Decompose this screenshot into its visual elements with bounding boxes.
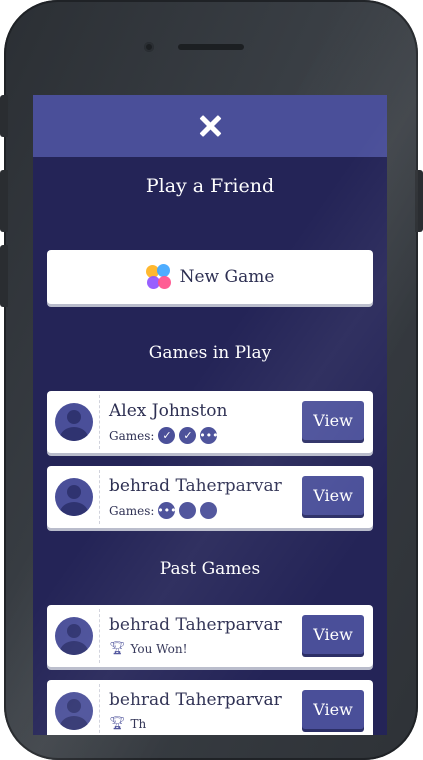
volume-up-button bbox=[0, 170, 8, 232]
player-name: behrad Taherparvar bbox=[109, 476, 282, 496]
past-games-heading: Past Games bbox=[159, 559, 261, 579]
list-item[interactable]: behrad Taherparvar 🏆︎ You Won! View bbox=[47, 605, 373, 667]
player-name: behrad Taherparvar bbox=[109, 615, 282, 635]
front-camera bbox=[144, 42, 154, 52]
empty-round-icon bbox=[179, 502, 197, 519]
view-button[interactable]: View bbox=[302, 476, 364, 515]
divider bbox=[99, 470, 100, 524]
avatar bbox=[55, 692, 93, 730]
divider bbox=[99, 395, 100, 449]
earpiece-speaker bbox=[178, 44, 244, 50]
player-name: Alex Johnston bbox=[109, 401, 228, 421]
divider bbox=[99, 609, 100, 663]
trophy-icon: 🏆︎ bbox=[109, 641, 126, 656]
mute-switch bbox=[0, 95, 8, 137]
turn-status: Games: ✓ ✓ ••• bbox=[109, 427, 219, 444]
game-result: 🏆︎ Th bbox=[109, 716, 146, 731]
close-icon[interactable] bbox=[199, 115, 221, 137]
app-screen: Play a Friend New Game Games in Play Ale… bbox=[33, 95, 387, 735]
empty-round-icon bbox=[200, 502, 218, 519]
more-icon: ••• bbox=[157, 502, 177, 519]
games-in-play-heading: Games in Play bbox=[148, 343, 272, 363]
check-icon: ✓ bbox=[158, 427, 176, 444]
view-button[interactable]: View bbox=[302, 615, 364, 654]
avatar bbox=[55, 617, 93, 655]
view-button[interactable]: View bbox=[302, 690, 364, 729]
divider bbox=[99, 684, 100, 735]
list-item[interactable]: Alex Johnston Games: ✓ ✓ ••• View bbox=[47, 391, 373, 453]
trophy-icon: 🏆︎ bbox=[109, 716, 126, 731]
player-name: behrad Taherparvar bbox=[109, 690, 282, 710]
more-icon: ••• bbox=[199, 427, 219, 444]
games-label: Games: bbox=[109, 428, 155, 443]
top-bar bbox=[33, 95, 387, 157]
avatar bbox=[55, 478, 93, 516]
check-icon: ✓ bbox=[179, 427, 197, 444]
turn-status: Games: ••• bbox=[109, 502, 218, 519]
list-item[interactable]: behrad Taherparvar 🏆︎ Th View bbox=[47, 680, 373, 735]
view-button[interactable]: View bbox=[302, 401, 364, 440]
game-center-icon bbox=[145, 264, 172, 290]
list-item[interactable]: behrad Taherparvar Games: ••• View bbox=[47, 466, 373, 528]
avatar bbox=[55, 403, 93, 441]
new-game-button[interactable]: New Game bbox=[47, 250, 373, 304]
games-label: Games: bbox=[109, 503, 155, 518]
game-result: 🏆︎ You Won! bbox=[109, 641, 187, 656]
result-label: You Won! bbox=[130, 641, 188, 656]
power-button bbox=[415, 170, 423, 232]
new-game-label: New Game bbox=[179, 267, 275, 287]
volume-down-button bbox=[0, 245, 8, 307]
page-title: Play a Friend bbox=[145, 175, 275, 197]
